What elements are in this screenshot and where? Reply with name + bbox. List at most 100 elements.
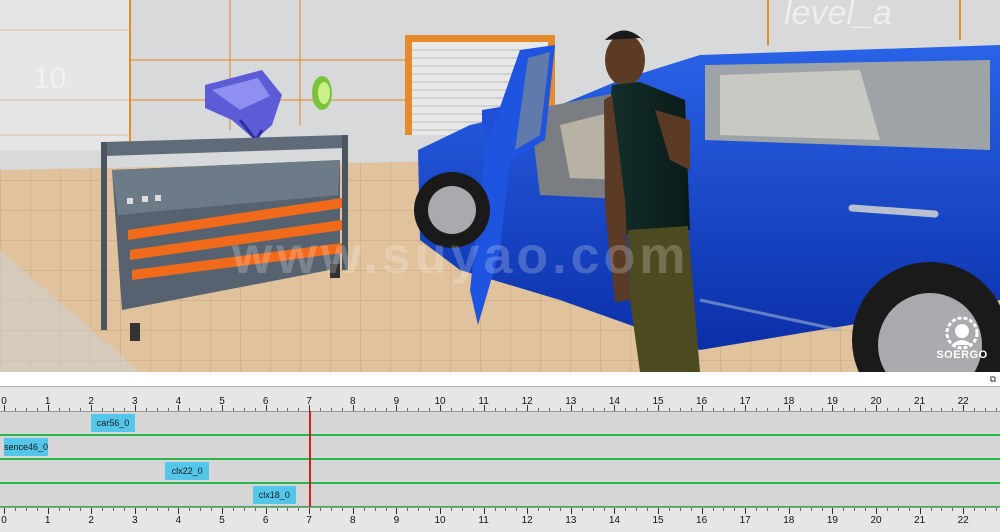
ruler-top-tick-minor	[908, 408, 910, 411]
ruler-bottom-tick-minor	[756, 508, 758, 511]
timeline-clip[interactable]: clx22_0	[165, 462, 209, 480]
ruler-top-tick-minor	[668, 408, 670, 411]
ruler-top-tick-minor	[538, 408, 540, 411]
ruler-bottom-tick-major	[265, 508, 267, 514]
ruler-bottom-tick-minor	[14, 508, 16, 511]
ruler-bottom-tick-minor	[974, 508, 976, 511]
ruler-top-tick-minor	[407, 408, 409, 411]
ruler-bottom-tick-minor	[341, 508, 343, 511]
ruler-bottom-tick-minor	[843, 508, 845, 511]
timeline-clip[interactable]: sence46_0	[4, 438, 48, 456]
ruler-bottom-tick-minor	[581, 508, 583, 511]
ruler-top-tick-minor	[799, 408, 801, 411]
3d-viewport[interactable]: 10 level_a www.suyao.com SOERGO	[0, 0, 1000, 372]
ruler-top-tick-minor	[200, 408, 202, 411]
ruler-top-tick-minor	[777, 408, 779, 411]
ruler-top-tick-minor	[756, 408, 758, 411]
ruler-top-tick-minor	[494, 408, 496, 411]
ruler-bottom-tick-label: 16	[696, 515, 708, 526]
ruler-top-tick-minor	[865, 408, 867, 411]
ruler-top-tick-minor	[941, 408, 943, 411]
gear-head-icon	[945, 316, 979, 350]
ruler-bottom-tick-label: 14	[608, 515, 620, 526]
ruler-top-tick-minor	[58, 408, 60, 411]
ruler-bottom-tick-minor	[505, 508, 507, 511]
ruler-bottom-tick-minor	[429, 508, 431, 511]
window-restore-icon[interactable]: ⧉	[988, 374, 998, 384]
ruler-top-tick-major	[178, 405, 180, 411]
ruler-bottom-tick-minor	[80, 508, 82, 511]
ruler-bottom-tick-label: 21	[914, 515, 926, 526]
ruler-bottom-tick-label: 12	[521, 515, 533, 526]
ruler-top-tick-major	[745, 405, 747, 411]
ruler-top-tick-minor	[418, 408, 420, 411]
ruler-bottom-tick-minor	[232, 508, 234, 511]
ruler-top-tick-major	[483, 405, 485, 411]
ruler-bottom-tick-minor	[865, 508, 867, 511]
ruler-bottom-tick-minor	[777, 508, 779, 511]
ruler-bottom-tick-minor	[897, 508, 899, 511]
ruler-top-tick-minor	[189, 408, 191, 411]
ruler-bottom-tick-minor	[941, 508, 943, 511]
ruler-bottom-tick-minor	[145, 508, 147, 511]
ruler-top-tick-minor	[592, 408, 594, 411]
ruler-top-tick-minor	[450, 408, 452, 411]
ruler-top-tick-major	[134, 405, 136, 411]
ruler-bottom-tick-label: 9	[393, 515, 400, 526]
ruler-top-tick-minor	[647, 408, 649, 411]
timeline-track[interactable]: car56_0	[0, 412, 1000, 436]
ruler-bottom-tick-label: 20	[870, 515, 882, 526]
ruler-top-tick-minor	[320, 408, 322, 411]
ruler-bottom-tick-label: 17	[739, 515, 751, 526]
timeline-header: ⧉	[0, 372, 1000, 387]
ruler-top-tick-minor	[341, 408, 343, 411]
ruler-bottom-tick-minor	[712, 508, 714, 511]
ruler-bottom-tick-label: 3	[132, 515, 138, 526]
ruler-bottom-tick-minor	[549, 508, 550, 511]
ruler-bottom-tick-minor	[331, 508, 332, 511]
ruler-bottom-tick-major	[658, 508, 659, 514]
ruler-bottom-tick-major	[134, 508, 136, 514]
ruler-bottom-tick-minor	[211, 508, 213, 511]
timeline-clip[interactable]: car56_0	[91, 414, 135, 432]
ruler-bottom-tick-major	[745, 508, 747, 514]
ruler-top-tick-minor	[581, 408, 583, 411]
time-ruler-bottom[interactable]: 0 1 2 3 4 5 6 7 8 9 10 11 12 13 14 15 16 17 18 19 20 21 22	[0, 507, 1000, 532]
ruler-top-tick-minor	[843, 408, 845, 411]
ruler-bottom-tick-minor	[636, 508, 638, 511]
ruler-bottom-tick-minor	[58, 508, 60, 511]
ruler-top-tick-major	[701, 405, 703, 411]
ruler-bottom-tick-minor	[243, 508, 245, 511]
wall-level-label: level_a	[784, 0, 892, 32]
ruler-bottom-tick-major	[570, 508, 572, 514]
timeline-clip[interactable]: clx18_0	[252, 486, 297, 504]
ruler-bottom-tick-label: 5	[219, 515, 225, 526]
ruler-bottom-tick-minor	[647, 508, 649, 511]
ruler-bottom-tick-major	[47, 508, 49, 514]
ruler-bottom-tick-minor	[995, 508, 997, 511]
ruler-top-tick-minor	[712, 408, 714, 411]
ruler-bottom-tick-label: 18	[783, 515, 795, 526]
ruler-top-tick-major	[963, 405, 965, 411]
ruler-top-tick-minor	[995, 408, 997, 411]
ruler-bottom-tick-minor	[799, 508, 801, 511]
ruler-bottom-tick-minor	[908, 508, 910, 511]
ruler-top-tick-minor	[80, 408, 82, 411]
ruler-top-tick-minor	[287, 408, 289, 411]
ruler-top-tick-minor	[974, 408, 976, 411]
ruler-bottom-tick-minor	[298, 508, 300, 511]
ruler-bottom-tick-minor	[102, 508, 104, 511]
time-ruler-top[interactable]: 0 1 2 3 4 5 6 7 8 9 10 11 12 13 14 15 16 17 18 19 20 21 22	[0, 387, 1000, 412]
ruler-bottom-tick-major	[396, 508, 398, 514]
ruler-top-tick-major	[919, 405, 921, 411]
ruler-top-tick-minor	[886, 408, 888, 411]
ruler-top-tick-major	[614, 405, 616, 411]
timeline-track[interactable]: clx18_0	[0, 484, 1000, 508]
timeline-track[interactable]: clx22_0	[0, 460, 1000, 484]
ruler-bottom-tick-minor	[450, 508, 452, 511]
timeline-track[interactable]: sence46_0	[0, 436, 1000, 460]
ruler-bottom-tick-minor	[810, 508, 812, 511]
ruler-top-tick-minor	[113, 408, 114, 411]
ruler-top-tick-minor	[385, 408, 387, 411]
playhead[interactable]	[309, 411, 312, 507]
